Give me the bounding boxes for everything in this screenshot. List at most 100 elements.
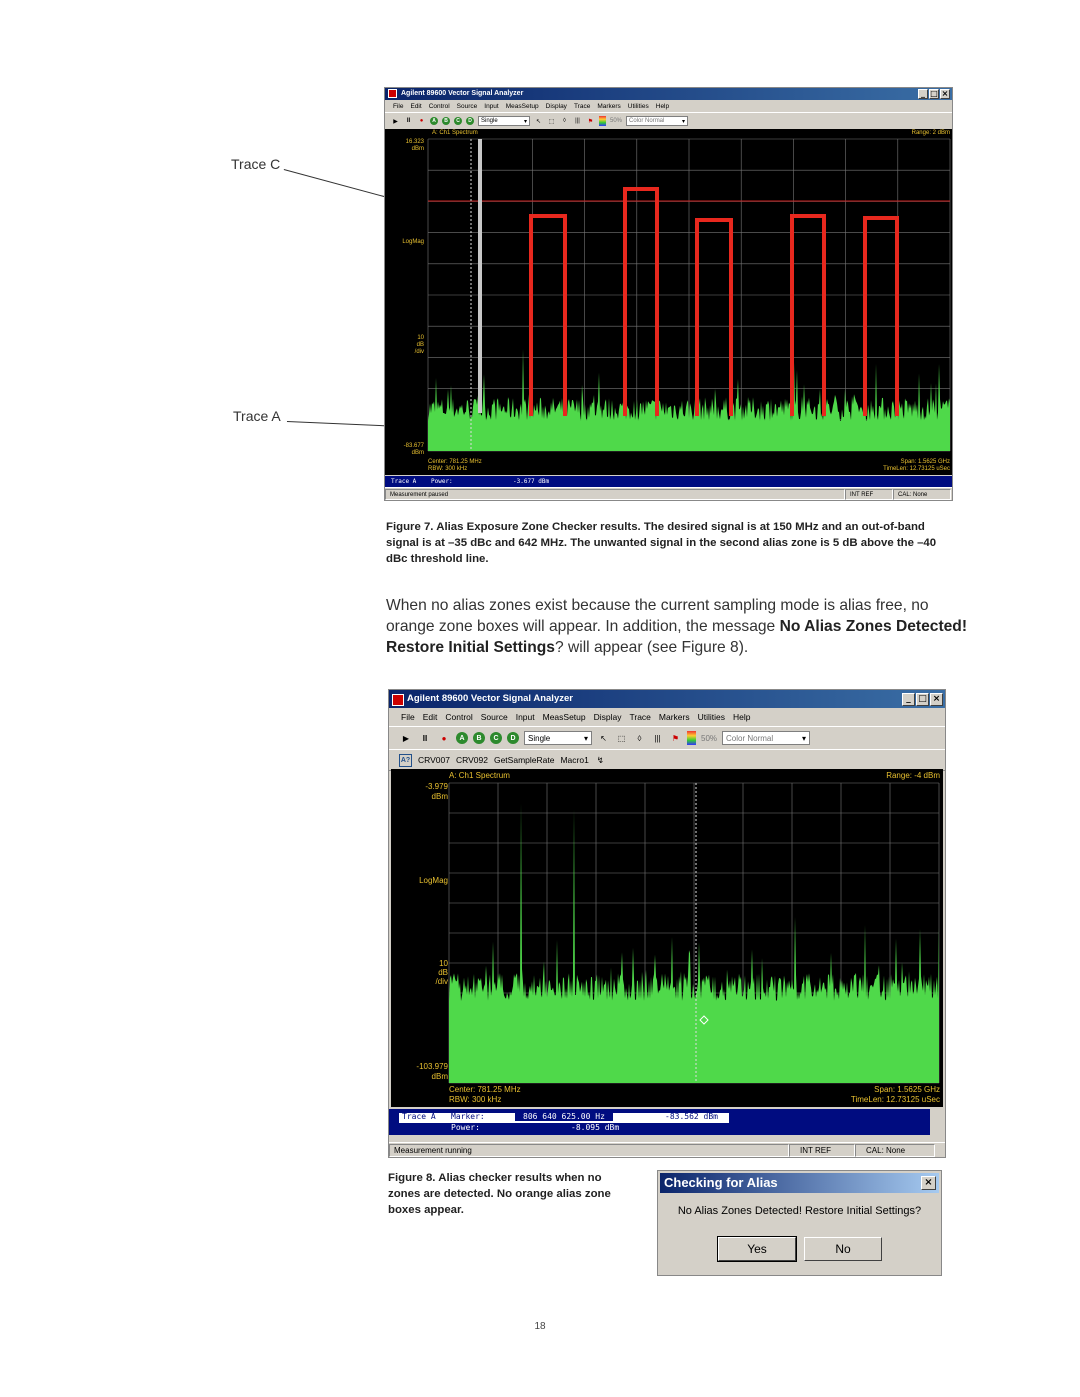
marker-value: -83.562 dBm xyxy=(665,1112,718,1121)
spectrum-plot[interactable]: A: Ch1 Spectrum Range: -4 dBm -3.979 dBm… xyxy=(391,769,943,1107)
menu-trace[interactable]: Trace xyxy=(629,709,650,725)
menu-file[interactable]: File xyxy=(401,709,415,725)
status-cal: CAL: None xyxy=(893,488,951,500)
menu-display[interactable]: Display xyxy=(594,709,622,725)
alias-zone-box xyxy=(623,187,659,416)
close-button[interactable]: × xyxy=(930,693,943,706)
mode-select[interactable]: Single ▾ xyxy=(478,116,530,126)
bottom-value: -83.677 xyxy=(404,443,425,449)
trace-a-button[interactable]: A xyxy=(456,732,468,744)
menu-edit[interactable]: Edit xyxy=(410,101,421,112)
bottom-unit: dBm xyxy=(432,1072,449,1081)
macro-icon[interactable]: A? xyxy=(399,753,412,767)
trace-b-button[interactable]: B xyxy=(473,732,485,744)
menu-markers[interactable]: Markers xyxy=(597,101,620,112)
yes-button[interactable]: Yes xyxy=(717,1236,797,1262)
color-select[interactable]: Color Normal ▾ xyxy=(626,116,689,126)
div-value: 10 xyxy=(439,959,448,968)
menu-display[interactable]: Display xyxy=(546,101,567,112)
menu-meassetup[interactable]: MeasSetup xyxy=(543,709,586,725)
callout-trace-c: Trace C xyxy=(231,156,281,172)
div-label: /div xyxy=(436,977,448,986)
menu-edit[interactable]: Edit xyxy=(423,709,438,725)
minimize-button[interactable]: _ xyxy=(918,89,928,99)
menu-help[interactable]: Help xyxy=(733,709,750,725)
no-button[interactable]: No xyxy=(804,1237,882,1261)
close-icon[interactable]: × xyxy=(921,1176,936,1190)
zoom-box-icon[interactable]: ⬚ xyxy=(547,116,556,126)
pause-icon[interactable]: II xyxy=(418,730,432,746)
menu-meassetup[interactable]: MeasSetup xyxy=(506,101,539,112)
scale-type: LogMag xyxy=(402,239,424,245)
restore-button[interactable]: □ xyxy=(929,89,939,99)
record-icon[interactable]: ● xyxy=(417,116,426,126)
color-select[interactable]: Color Normal ▾ xyxy=(722,731,811,745)
minimize-button[interactable]: _ xyxy=(902,693,915,706)
marker-flag-icon[interactable]: ⚑ xyxy=(669,730,682,746)
menu-markers[interactable]: Markers xyxy=(659,709,690,725)
page-number: 18 xyxy=(534,1321,546,1332)
trace-c-button[interactable]: C xyxy=(454,117,462,125)
trace-a-button[interactable]: A xyxy=(430,117,438,125)
timelen: TimeLen: 12.73125 uSec xyxy=(883,466,950,472)
marker-trace-label: Trace A xyxy=(391,478,417,485)
menu-utilities[interactable]: Utilities xyxy=(698,709,725,725)
cursor-icon[interactable]: ↖ xyxy=(597,730,610,746)
macro-run-icon[interactable]: ↯ xyxy=(595,754,606,767)
trace-b-button[interactable]: B xyxy=(442,117,450,125)
zoom-box-icon[interactable]: ⬚ xyxy=(615,730,628,746)
plot-title: A: Ch1 Spectrum xyxy=(449,771,510,780)
menu-file[interactable]: File xyxy=(393,101,403,112)
bottom-value: -103.979 xyxy=(416,1062,448,1071)
menu-control[interactable]: Control xyxy=(445,709,472,725)
menu-trace[interactable]: Trace xyxy=(574,101,590,112)
macro-getsamplerate[interactable]: GetSampleRate xyxy=(494,755,554,765)
menu-utilities[interactable]: Utilities xyxy=(628,101,649,112)
marker-icon[interactable]: ◊ xyxy=(633,730,646,746)
pause-icon[interactable]: II xyxy=(404,116,413,126)
menu-control[interactable]: Control xyxy=(429,101,450,112)
window-controls: _ □ × xyxy=(902,693,943,706)
marker-power-value: -8.095 dBm xyxy=(571,1123,620,1132)
rbw: RBW: 300 kHz xyxy=(428,466,467,472)
title-bar: Agilent 89600 Vector Signal Analyzer _ □… xyxy=(389,690,945,708)
trace-d-button[interactable]: D xyxy=(466,117,474,125)
close-button[interactable]: × xyxy=(940,89,950,99)
alias-zone-box xyxy=(695,218,733,416)
app-icon xyxy=(392,694,404,706)
record-icon[interactable]: ● xyxy=(437,730,451,746)
macro-macro1[interactable]: Macro1 xyxy=(560,755,588,765)
div-label: /div xyxy=(415,349,424,355)
bottom-unit: dBm xyxy=(412,450,424,456)
marker-field: Marker: xyxy=(451,1112,485,1121)
window-controls: _ □ × xyxy=(918,89,950,99)
toolbar: ▶ II ● A B C D Single ▾ ↖ ⬚ ◊ ||| ⚑ 50% C… xyxy=(385,112,952,130)
paragraph-text-2: ? will appear (see Figure 8). xyxy=(554,639,749,656)
menu-input[interactable]: Input xyxy=(516,709,535,725)
play-icon[interactable]: ▶ xyxy=(399,730,413,746)
plot-range: Range: 2 dBm xyxy=(912,130,950,136)
menu-help[interactable]: Help xyxy=(656,101,669,112)
bars-icon[interactable]: ||| xyxy=(651,730,664,746)
cursor-icon[interactable]: ↖ xyxy=(534,116,543,126)
menu-bar: File Edit Control Source Input MeasSetup… xyxy=(389,709,945,725)
menu-source[interactable]: Source xyxy=(457,101,478,112)
restore-button[interactable]: □ xyxy=(916,693,929,706)
marker-flag-icon[interactable]: ⚑ xyxy=(586,116,595,126)
menu-source[interactable]: Source xyxy=(481,709,508,725)
macro-crv007[interactable]: CRV007 xyxy=(418,755,450,765)
macro-crv092[interactable]: CRV092 xyxy=(456,755,488,765)
alias-zone-boxes xyxy=(529,187,899,416)
trace-c-button[interactable]: C xyxy=(490,732,502,744)
color-palette-icon[interactable] xyxy=(687,731,696,745)
play-icon[interactable]: ▶ xyxy=(391,116,400,126)
mode-select[interactable]: Single ▾ xyxy=(524,731,592,745)
marker-power-value: -3.677 dBm xyxy=(513,478,550,485)
spectrum-plot[interactable]: A: Ch1 Spectrum Range: 2 dBm 16.323 dBm … xyxy=(385,129,952,475)
trace-d-button[interactable]: D xyxy=(507,732,519,744)
bars-icon[interactable]: ||| xyxy=(573,116,582,126)
color-palette-icon[interactable] xyxy=(599,116,606,126)
menu-input[interactable]: Input xyxy=(484,101,498,112)
marker-icon[interactable]: ◊ xyxy=(560,116,569,126)
chevron-down-icon: ▾ xyxy=(583,733,588,743)
